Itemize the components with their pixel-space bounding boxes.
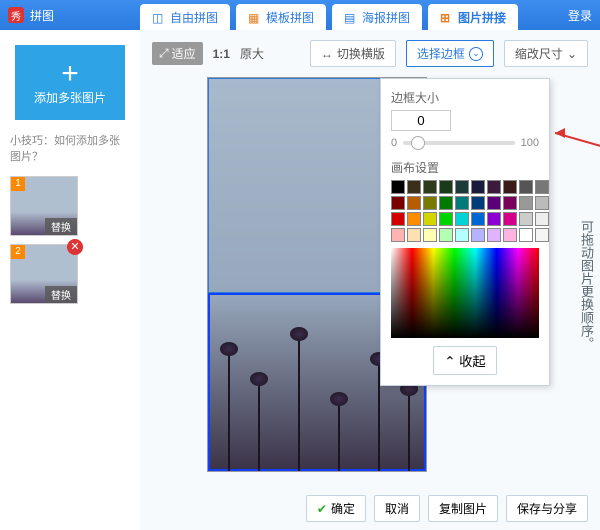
- save-share-button[interactable]: 保存与分享: [506, 495, 588, 522]
- tab-0[interactable]: ◫自由拼图: [140, 4, 230, 30]
- plus-icon: +: [61, 59, 79, 89]
- color-swatch[interactable]: [471, 212, 485, 226]
- switch-icon: ↔: [321, 47, 333, 61]
- color-swatch[interactable]: [407, 228, 421, 242]
- color-swatch[interactable]: [423, 196, 437, 210]
- color-swatch[interactable]: [535, 180, 549, 194]
- color-swatch[interactable]: [423, 180, 437, 194]
- slider-min: 0: [391, 137, 397, 149]
- color-swatch[interactable]: [391, 228, 405, 242]
- close-icon[interactable]: ✕: [67, 239, 83, 255]
- tab-bar: ◫自由拼图▦模板拼图▤海报拼图⊞图片拼接: [140, 4, 518, 30]
- add-images-button[interactable]: + 添加多张图片: [15, 45, 125, 120]
- sidebar: + 添加多张图片 小技巧：如何添加多张图片？ 1替换2✕替换: [0, 30, 140, 530]
- color-swatch[interactable]: [407, 212, 421, 226]
- annotation-arrow: [555, 125, 600, 185]
- collapse-button[interactable]: ⌃ 收起: [433, 346, 497, 375]
- fit-button[interactable]: ⤢ 适应: [152, 42, 203, 65]
- thumbnail[interactable]: 2✕替换: [10, 244, 78, 304]
- tab-2[interactable]: ▤海报拼图: [332, 4, 422, 30]
- color-swatch[interactable]: [519, 212, 533, 226]
- color-swatch[interactable]: [519, 180, 533, 194]
- slider-knob[interactable]: [411, 136, 425, 150]
- check-icon: ✔: [317, 502, 327, 516]
- tab-icon: ▦: [248, 11, 262, 25]
- color-swatch[interactable]: [519, 228, 533, 242]
- thumb-index: 1: [11, 177, 25, 191]
- color-swatch[interactable]: [455, 228, 469, 242]
- color-swatch[interactable]: [391, 180, 405, 194]
- color-swatch[interactable]: [503, 180, 517, 194]
- border-size-slider[interactable]: [403, 141, 515, 145]
- login-link[interactable]: 登录: [568, 7, 592, 24]
- annotation-text: 可拖动图片更换顺序。: [577, 220, 596, 350]
- window-title: 拼图: [30, 7, 54, 24]
- color-swatch[interactable]: [439, 228, 453, 242]
- add-images-label: 添加多张图片: [34, 89, 106, 106]
- thumbnail[interactable]: 1 替换: [10, 176, 78, 236]
- canvas-settings-label: 画布设置: [391, 159, 539, 176]
- color-swatch[interactable]: [455, 180, 469, 194]
- color-swatch[interactable]: [535, 228, 549, 242]
- ok-button[interactable]: ✔确定: [306, 495, 366, 522]
- color-swatch[interactable]: [439, 212, 453, 226]
- color-swatch[interactable]: [471, 180, 485, 194]
- border-size-label: 边框大小: [391, 89, 539, 106]
- color-swatches: [391, 180, 539, 242]
- footer-buttons: ✔确定 取消 复制图片 保存与分享: [306, 495, 588, 522]
- color-swatch[interactable]: [455, 196, 469, 210]
- color-swatch[interactable]: [455, 212, 469, 226]
- color-swatch[interactable]: [391, 196, 405, 210]
- tab-icon: ▤: [344, 11, 358, 25]
- cancel-button[interactable]: 取消: [374, 495, 420, 522]
- color-swatch[interactable]: [487, 196, 501, 210]
- select-border-button[interactable]: 选择边框 ⌄: [406, 40, 494, 67]
- app-logo: 秀: [8, 7, 24, 23]
- color-swatch[interactable]: [487, 228, 501, 242]
- color-swatch[interactable]: [535, 196, 549, 210]
- slider-max: 100: [521, 137, 539, 149]
- fit-icon: ⤢: [159, 46, 169, 61]
- canvas-area: ⤢ 适应 1:1 原大 ↔ 切换横版 选择边框 ⌄ 缩改尺寸 ⌄: [140, 30, 600, 530]
- color-swatch[interactable]: [487, 212, 501, 226]
- tip-text[interactable]: 小技巧：如何添加多张图片？: [10, 132, 130, 164]
- tab-icon: ⊞: [440, 11, 454, 25]
- color-swatch[interactable]: [471, 228, 485, 242]
- thumb-index: 2: [11, 245, 25, 259]
- ratio-label: 1:1: [213, 47, 230, 61]
- tab-icon: ◫: [152, 11, 166, 25]
- canvas-toolbar: ⤢ 适应 1:1 原大 ↔ 切换横版 选择边框 ⌄ 缩改尺寸 ⌄: [152, 40, 588, 67]
- tab-1[interactable]: ▦模板拼图: [236, 4, 326, 30]
- color-swatch[interactable]: [503, 212, 517, 226]
- chevron-down-icon: ⌄: [567, 47, 577, 61]
- color-swatch[interactable]: [439, 180, 453, 194]
- border-size-input[interactable]: [391, 110, 451, 131]
- color-swatch[interactable]: [471, 196, 485, 210]
- chevron-up-icon: ⌃: [444, 354, 455, 369]
- border-popup: 边框大小 0 100 画布设置 ⌃ 收起: [380, 78, 550, 386]
- color-swatch[interactable]: [503, 228, 517, 242]
- resize-button[interactable]: 缩改尺寸 ⌄: [504, 40, 588, 67]
- replace-button[interactable]: 替换: [45, 218, 77, 235]
- color-swatch[interactable]: [423, 212, 437, 226]
- color-swatch[interactable]: [535, 212, 549, 226]
- copy-image-button[interactable]: 复制图片: [428, 495, 498, 522]
- chevron-down-icon: ⌄: [469, 47, 483, 61]
- color-swatch[interactable]: [423, 228, 437, 242]
- switch-template-button[interactable]: ↔ 切换横版: [310, 40, 396, 67]
- color-gradient-picker[interactable]: [391, 248, 539, 338]
- color-swatch[interactable]: [519, 196, 533, 210]
- original-size-button[interactable]: 原大: [240, 45, 264, 62]
- color-swatch[interactable]: [391, 212, 405, 226]
- color-swatch[interactable]: [503, 196, 517, 210]
- color-swatch[interactable]: [439, 196, 453, 210]
- color-swatch[interactable]: [487, 180, 501, 194]
- color-swatch[interactable]: [407, 196, 421, 210]
- color-swatch[interactable]: [407, 180, 421, 194]
- replace-button[interactable]: 替换: [45, 286, 77, 303]
- tab-3[interactable]: ⊞图片拼接: [428, 4, 518, 30]
